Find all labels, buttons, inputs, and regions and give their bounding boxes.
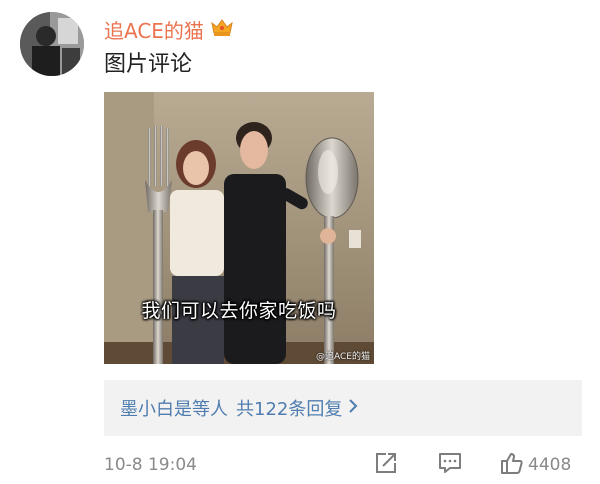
avatar[interactable] bbox=[20, 12, 84, 76]
share-button[interactable] bbox=[374, 452, 398, 478]
comment-image[interactable]: 我们可以去你家吃饭吗 @追ACE的猫 bbox=[104, 92, 374, 364]
comment-icon bbox=[438, 451, 462, 479]
like-icon bbox=[500, 451, 524, 479]
share-icon bbox=[374, 451, 398, 479]
comment-button[interactable] bbox=[438, 452, 462, 478]
reply-count[interactable]: 共122条回复 bbox=[236, 399, 342, 420]
username[interactable]: 追ACE的猫 bbox=[104, 15, 204, 44]
meme-caption: 我们可以去你家吃饭吗 bbox=[141, 300, 337, 322]
comment-text: 图片评论 bbox=[104, 52, 193, 77]
image-watermark: @追ACE的猫 bbox=[316, 352, 370, 362]
reply-summary[interactable]: 墨小白是等人 共122条回复 bbox=[104, 380, 582, 436]
meme-photo bbox=[104, 92, 374, 364]
avatar-image bbox=[20, 12, 84, 76]
username-row: 追ACE的猫 bbox=[104, 14, 234, 44]
replier-name[interactable]: 墨小白是等人 bbox=[120, 399, 228, 420]
reply-summary-text: 墨小白是等人 共122条回复 bbox=[104, 395, 342, 421]
comment-timestamp: 10-8 19:04 bbox=[104, 455, 197, 475]
like-count: 4408 bbox=[528, 455, 572, 475]
crown-icon[interactable] bbox=[210, 17, 234, 41]
like-button[interactable]: 4408 bbox=[500, 452, 571, 478]
chevron-right-icon bbox=[348, 398, 358, 419]
